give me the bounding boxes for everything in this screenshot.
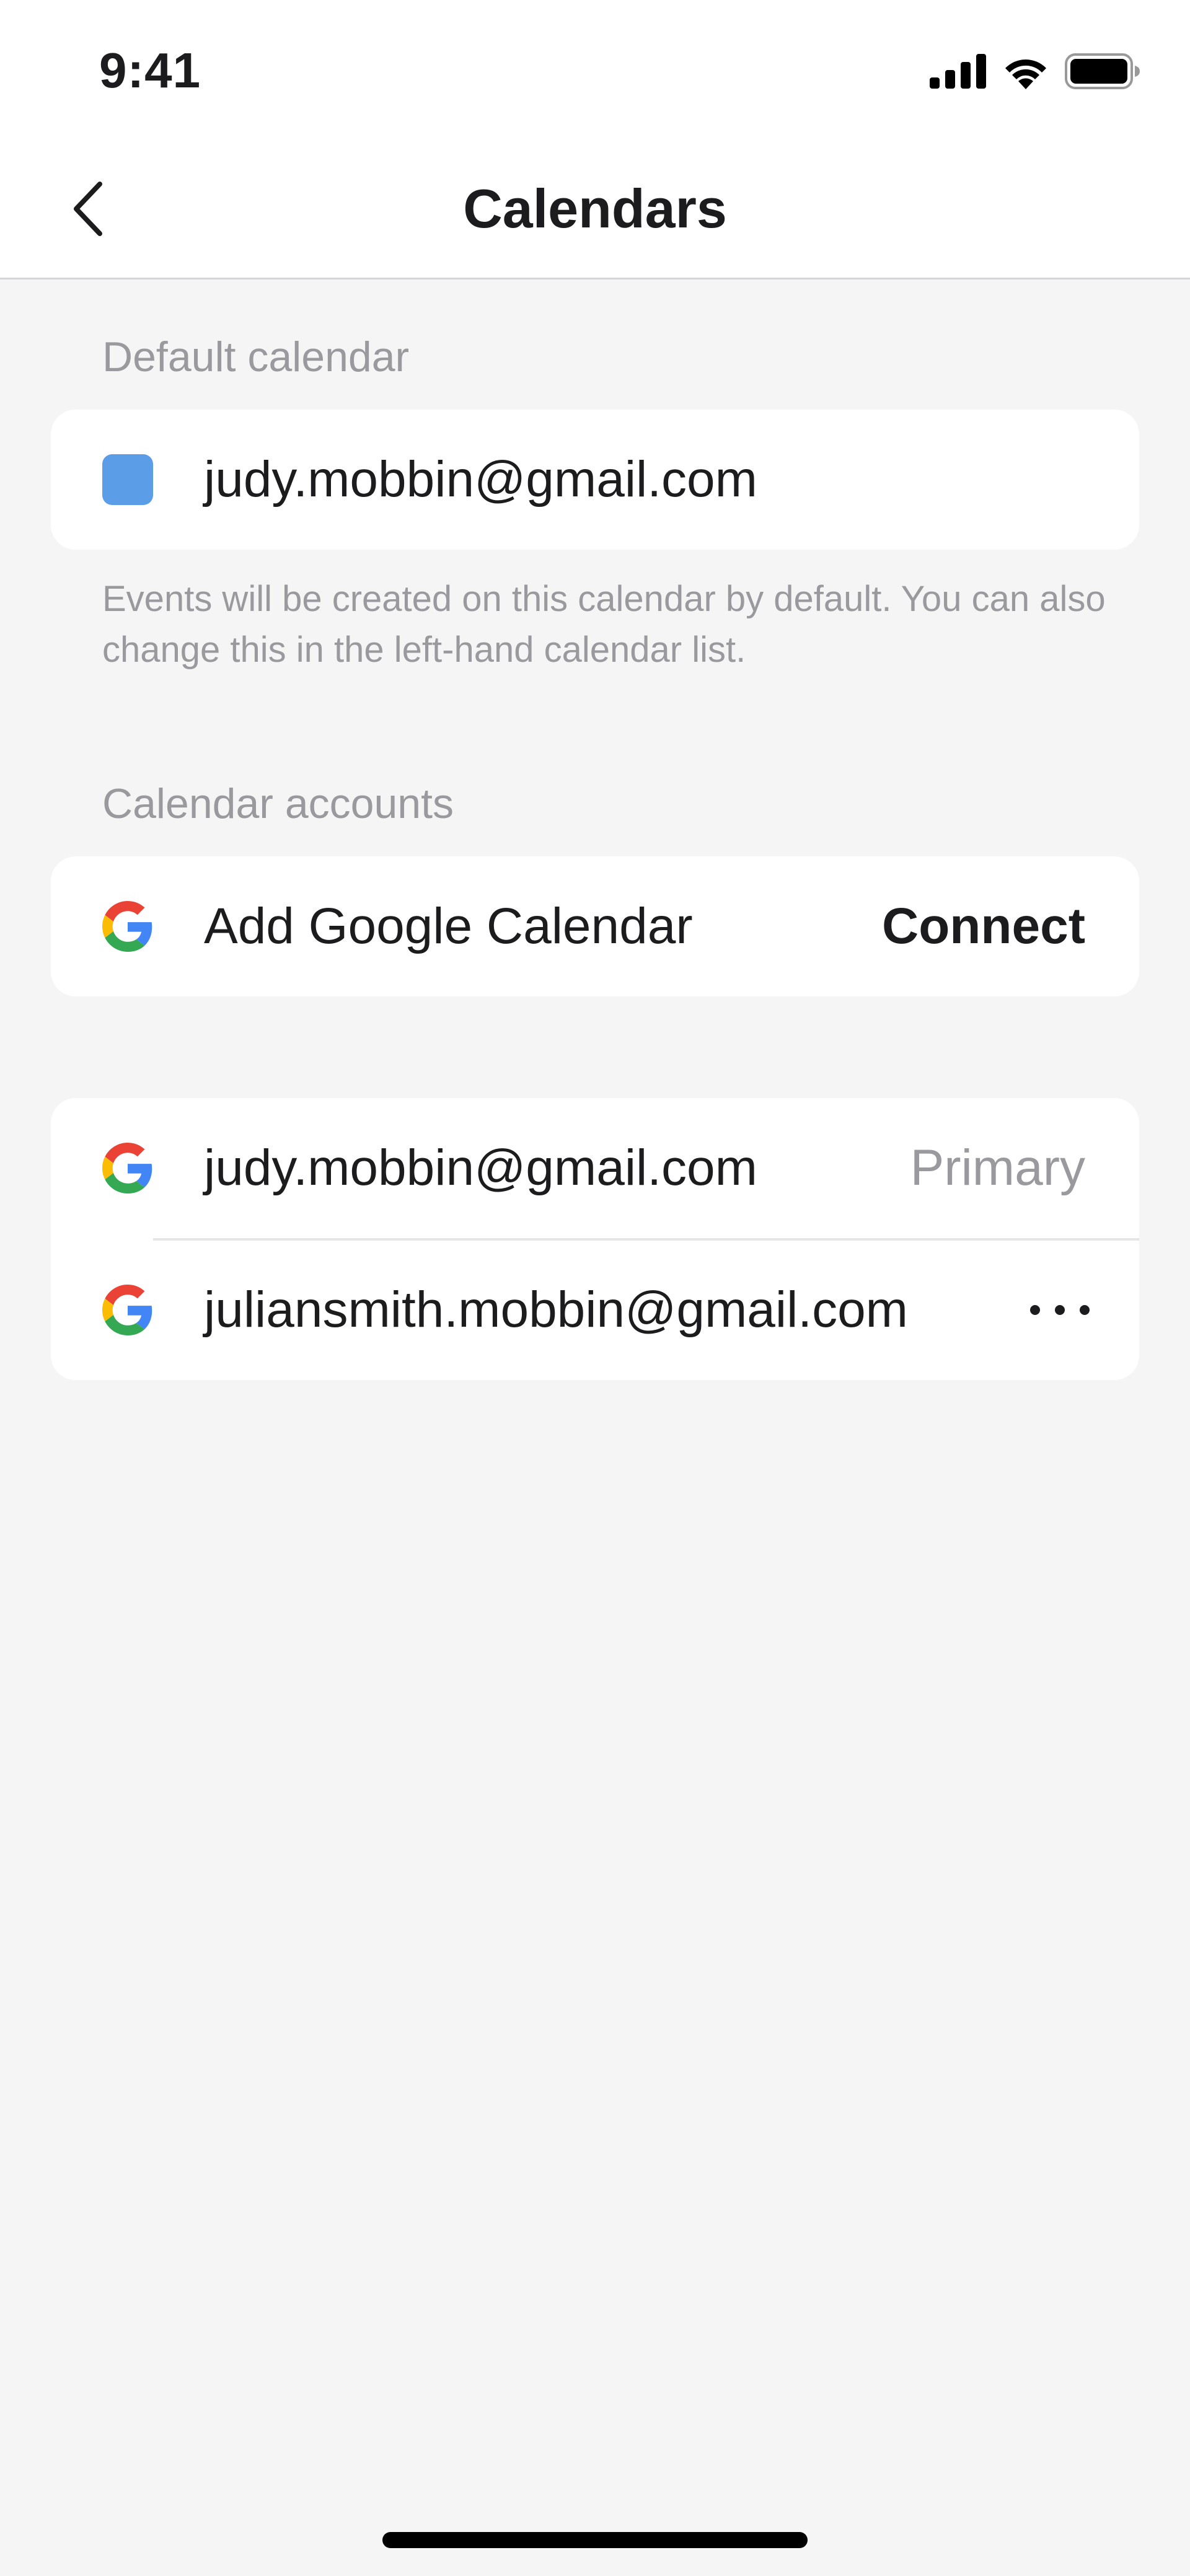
calendar-accounts-label: Calendar accounts (102, 780, 454, 827)
default-calendar-helper-text: Events will be created on this calendar … (102, 579, 1106, 670)
color-swatch-icon (102, 454, 153, 505)
top-bar: 9:41 Calendars (0, 0, 1190, 279)
calendar-color-swatch (102, 454, 153, 505)
wifi-icon (1005, 59, 1046, 89)
default-calendar-label: Default calendar (102, 333, 410, 380)
more-horizontal-icon (1030, 1305, 1040, 1315)
google-g-icon (102, 1143, 153, 1193)
account-email: juliansmith.mobbin@gmail.com (204, 1281, 908, 1338)
default-calendar-row[interactable]: judy.mobbin@gmail.com (51, 410, 1139, 550)
google-g-icon (102, 901, 153, 952)
default-calendar-card[interactable]: judy.mobbin@gmail.com (51, 410, 1139, 550)
add-google-calendar-card: Add Google Calendar Connect (51, 856, 1139, 996)
more-options-button[interactable] (1030, 1291, 1090, 1329)
account-row-primary[interactable]: judy.mobbin@gmail.com Primary (51, 1098, 1139, 1238)
add-google-calendar-label: Add Google Calendar (204, 898, 693, 954)
status-time: 9:41 (99, 43, 201, 98)
connect-button[interactable]: Connect (882, 856, 1085, 996)
home-indicator (382, 2532, 808, 2548)
battery-icon (1065, 53, 1140, 89)
cellular-signal-icon (930, 54, 986, 89)
add-google-calendar-row[interactable]: Add Google Calendar Connect (51, 856, 1139, 996)
default-calendar-email: judy.mobbin@gmail.com (204, 451, 757, 508)
google-accounts-list: judy.mobbin@gmail.com Primary juliansmit… (51, 1098, 1139, 1380)
page-title: Calendars (463, 178, 727, 239)
status-icons (930, 53, 1140, 89)
account-row-secondary[interactable]: juliansmith.mobbin@gmail.com (51, 1240, 1139, 1380)
google-g-icon (102, 1285, 153, 1335)
account-email: judy.mobbin@gmail.com (204, 1140, 757, 1196)
primary-badge: Primary (910, 1140, 1085, 1196)
